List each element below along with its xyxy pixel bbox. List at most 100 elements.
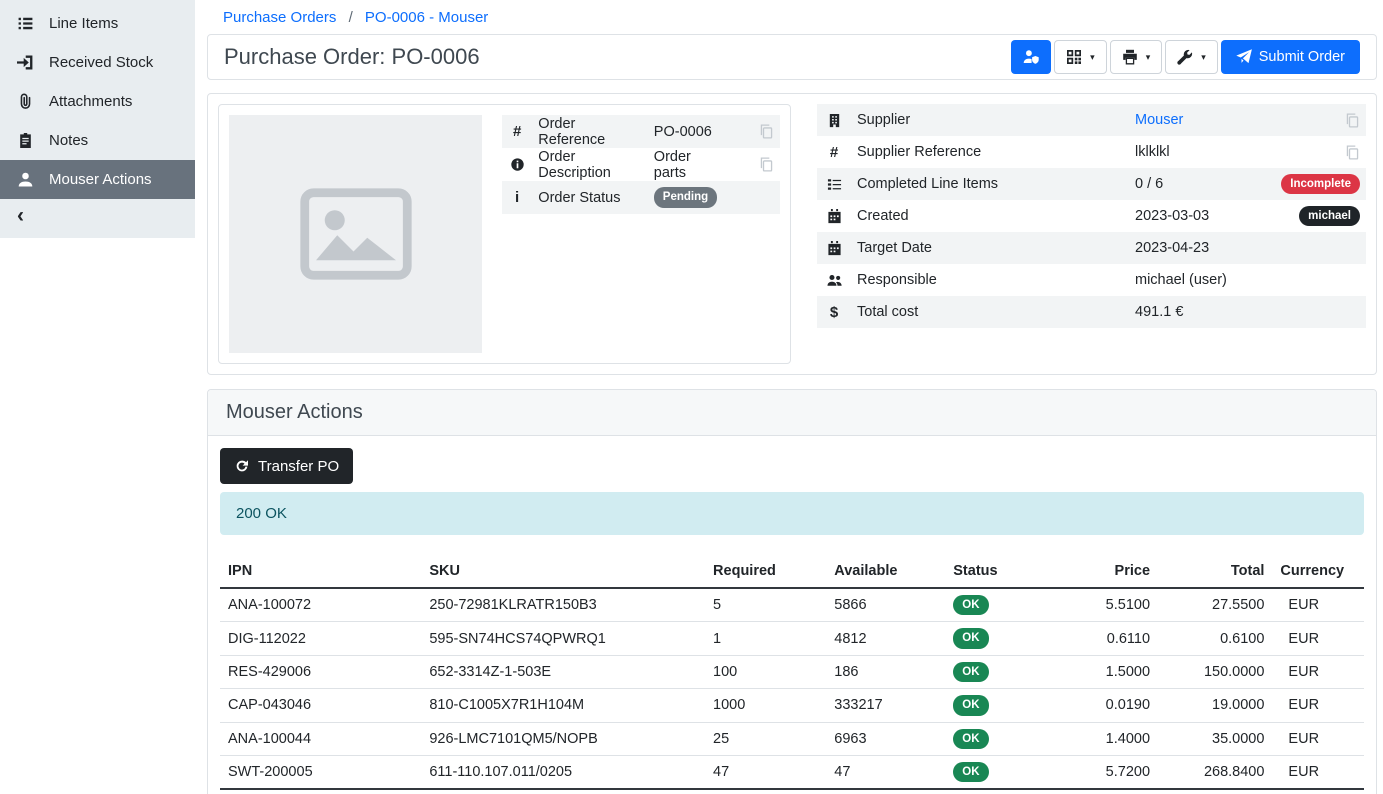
cell-price: 1.4000 (1048, 722, 1158, 755)
cell-total: 27.5500 (1158, 588, 1272, 622)
status-badge: Pending (654, 187, 717, 207)
status-badge: Incomplete (1281, 174, 1360, 194)
cell-available: 5866 (826, 588, 945, 622)
detail-label: Target Date (851, 232, 1129, 264)
column-header-sku: SKU (421, 557, 705, 588)
cell-total: 150.0000 (1158, 655, 1272, 688)
sidebar-item-label: Mouser Actions (49, 171, 152, 188)
barcode-actions-button[interactable]: ▾ (1054, 40, 1107, 74)
status-badge: OK (953, 695, 988, 715)
detail-row: Target Date2023-04-23 (817, 232, 1366, 264)
column-header-price: Price (1048, 557, 1158, 588)
sidebar-nav: Line ItemsReceived StockAttachmentsNotes… (0, 0, 195, 238)
sign-in-icon (17, 54, 34, 71)
cell-status: OK (945, 622, 1048, 655)
hash-icon: # (510, 124, 525, 139)
mouser-panel-header: Mouser Actions (208, 390, 1376, 436)
cell-required: 25 (705, 722, 826, 755)
cell-currency: EUR (1272, 689, 1364, 722)
table-row: RES-429006652-3314Z-1-503E100186OK1.5000… (220, 655, 1364, 688)
copy-icon[interactable] (1345, 113, 1360, 128)
alert-text: 200 OK (236, 505, 287, 522)
detail-row: $Total cost491.1 € (817, 296, 1366, 328)
copy-icon[interactable] (1345, 145, 1360, 160)
sidebar-item-mouser-actions[interactable]: Mouser Actions (0, 160, 195, 199)
sidebar-item-line-items[interactable]: Line Items (0, 4, 195, 43)
cell-ipn: DIG-112022 (220, 622, 421, 655)
detail-value: lklklkl (1129, 136, 1275, 168)
page-title: Purchase Order: PO-0006 (224, 44, 480, 70)
supplier-details-table: SupplierMouser#Supplier Referencelklklkl… (817, 104, 1366, 328)
cell-required: 47 (705, 755, 826, 789)
status-badge: OK (953, 662, 988, 682)
submit-order-button[interactable]: Submit Order (1221, 40, 1360, 74)
info-plain-icon: i (510, 190, 525, 205)
detail-value: Mouser (1129, 104, 1275, 136)
column-header-ipn: IPN (220, 557, 421, 588)
cell-sku: 810-C1005X7R1H104M (421, 689, 705, 722)
copy-icon[interactable] (759, 157, 774, 172)
sidebar-item-received-stock[interactable]: Received Stock (0, 43, 195, 82)
detail-value-text: Order parts (654, 149, 691, 181)
transfer-po-button[interactable]: Transfer PO (220, 448, 353, 484)
table-row: SWT-200005611-110.107.011/02054747OK5.72… (220, 755, 1364, 789)
checklist-icon (827, 177, 842, 192)
refresh-icon (234, 458, 250, 474)
detail-label: Supplier Reference (851, 136, 1129, 168)
cell-price: 0.0190 (1048, 689, 1158, 722)
sidebar-collapse-button[interactable]: ‹ (0, 199, 195, 236)
detail-value-text: PO-0006 (654, 124, 712, 140)
detail-value: 0 / 6 (1129, 168, 1275, 200)
user-roles-button[interactable] (1011, 40, 1051, 74)
supplier-details-wrap: SupplierMouser#Supplier Referencelklklkl… (817, 104, 1366, 328)
order-actions-button[interactable]: ▾ (1165, 40, 1218, 74)
sidebar-item-notes[interactable]: Notes (0, 121, 195, 160)
breadcrumb-link-current-order[interactable]: PO-0006 - Mouser (365, 9, 488, 26)
detail-label: Completed Line Items (851, 168, 1129, 200)
cell-available: 186 (826, 655, 945, 688)
cell-total: 19.0000 (1158, 689, 1272, 722)
info-circle-icon (510, 157, 525, 172)
cell-total: 35.0000 (1158, 722, 1272, 755)
cell-currency: EUR (1272, 588, 1364, 622)
sidebar-item-attachments[interactable]: Attachments (0, 82, 195, 121)
cell-ipn: RES-429006 (220, 655, 421, 688)
column-header-currency: Currency (1272, 557, 1364, 588)
list-icon (17, 15, 34, 32)
breadcrumb-separator: / (349, 9, 353, 26)
image-icon (296, 174, 416, 294)
cell-status: OK (945, 655, 1048, 688)
cell-currency: EUR (1272, 622, 1364, 655)
dollar-icon: $ (827, 305, 842, 320)
user-icon (17, 171, 34, 188)
detail-row: #Order ReferencePO-0006 (502, 115, 780, 148)
cell-required: 5 (705, 588, 826, 622)
cell-ipn: ANA-100072 (220, 588, 421, 622)
mouser-actions-panel: Mouser Actions Transfer PO 200 OK IPNSKU… (207, 389, 1377, 794)
cell-required: 1 (705, 622, 826, 655)
copy-icon[interactable] (759, 124, 774, 139)
cell-sku: 926-LMC7101QM5/NOPB (421, 722, 705, 755)
order-details-table: #Order ReferencePO-0006Order Description… (502, 115, 780, 214)
cell-available: 4812 (826, 622, 945, 655)
detail-link[interactable]: Mouser (1135, 112, 1183, 128)
po-table-footer-row: Total 501.0000 (220, 789, 1364, 794)
cell-total: 0.6100 (1158, 622, 1272, 655)
cell-price: 0.6110 (1048, 622, 1158, 655)
cell-required: 100 (705, 655, 826, 688)
printer-icon (1122, 49, 1138, 65)
table-row: ANA-100072250-72981KLRATR150B355866OK5.5… (220, 588, 1364, 622)
detail-label: Supplier (851, 104, 1129, 136)
breadcrumb: Purchase Orders / PO-0006 - Mouser (207, 0, 1377, 34)
cell-status: OK (945, 689, 1048, 722)
paperclip-icon (17, 93, 34, 110)
cell-price: 5.7200 (1048, 755, 1158, 789)
user-shield-icon (1023, 49, 1039, 65)
print-actions-button[interactable]: ▾ (1110, 40, 1163, 74)
calendar-icon (827, 241, 842, 256)
sidebar: Line ItemsReceived StockAttachmentsNotes… (0, 0, 195, 794)
status-alert: 200 OK (220, 492, 1364, 535)
detail-value-text: 2023-03-03 (1135, 208, 1209, 224)
breadcrumb-link-purchase-orders[interactable]: Purchase Orders (223, 9, 336, 26)
cell-available: 47 (826, 755, 945, 789)
